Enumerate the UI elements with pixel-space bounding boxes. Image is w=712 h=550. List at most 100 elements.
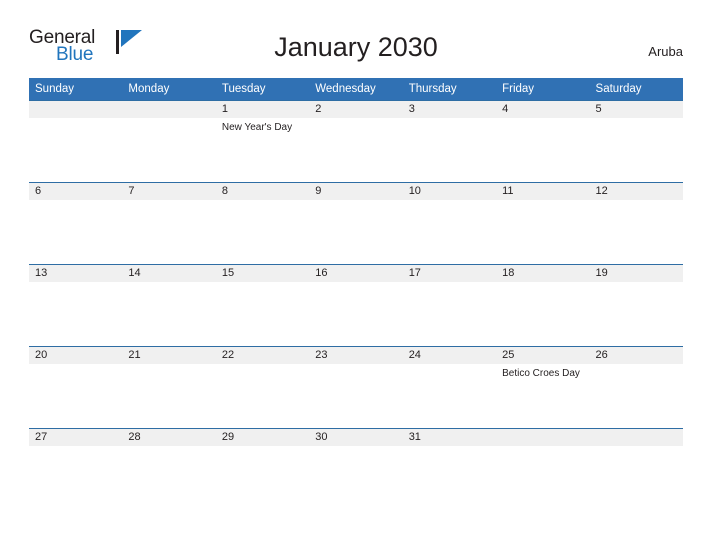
calendar-day-cell[interactable]: 20: [29, 346, 123, 429]
day-cell-inner: 26: [589, 347, 683, 428]
calendar-week-row: 6 7 8 9 10 11 12: [29, 182, 683, 265]
weekday-header-tuesday: Tuesday: [215, 78, 310, 101]
calendar-day-cell[interactable]: 6: [29, 182, 123, 265]
day-number: 14: [122, 265, 216, 282]
day-number: 1: [215, 101, 310, 118]
day-cell-inner: 16: [309, 265, 403, 346]
calendar-day-cell[interactable]: 17: [402, 264, 497, 347]
day-cell-inner: 17: [402, 265, 497, 346]
calendar-day-cell[interactable]: 9: [309, 182, 403, 265]
day-cell-inner: 4: [496, 101, 590, 182]
calendar-day-cell[interactable]: 12: [589, 182, 683, 265]
calendar-day-cell[interactable]: 5: [589, 100, 683, 183]
day-number: 26: [589, 347, 683, 364]
day-cell-inner: 29: [215, 429, 310, 510]
day-number: 5: [589, 101, 683, 118]
calendar-grid: Sunday Monday Tuesday Wednesday Thursday…: [29, 78, 683, 510]
calendar-day-cell[interactable]: 21: [122, 346, 216, 429]
day-number: 11: [496, 183, 590, 200]
day-cell-inner: 5: [589, 101, 683, 182]
calendar-day-cell[interactable]: 15: [215, 264, 310, 347]
day-number: 31: [402, 429, 497, 446]
calendar-week-row: 13 14 15 16 17 18 19: [29, 264, 683, 347]
day-number: 30: [309, 429, 403, 446]
calendar-day-cell[interactable]: 29: [215, 428, 310, 510]
weekday-header-thursday: Thursday: [402, 78, 497, 101]
day-number: 22: [215, 347, 310, 364]
calendar-empty-cell: [589, 428, 683, 510]
day-cell-inner: 23: [309, 347, 403, 428]
day-cell-inner: [496, 429, 590, 510]
day-cell-inner: 15: [215, 265, 310, 346]
holiday-label: New Year's Day: [221, 122, 293, 133]
calendar-day-cell[interactable]: 8: [215, 182, 310, 265]
day-number: 20: [29, 347, 123, 364]
weekday-header-monday: Monday: [122, 78, 216, 101]
calendar-body: 1 New Year's Day 2 3 4 5 6 7 8 9 10 11 12 13 14 15 16 17 1…: [29, 100, 683, 510]
day-cell-inner: 25 Betico Croes Day: [496, 347, 590, 428]
calendar-day-cell[interactable]: 31: [402, 428, 497, 510]
day-number: 18: [496, 265, 590, 282]
day-cell-inner: 8: [215, 183, 310, 264]
day-number: 10: [402, 183, 497, 200]
day-number: 7: [122, 183, 216, 200]
day-number: 13: [29, 265, 123, 282]
calendar-day-cell[interactable]: 28: [122, 428, 216, 510]
calendar-day-cell[interactable]: 16: [309, 264, 403, 347]
calendar-day-cell[interactable]: 14: [122, 264, 216, 347]
day-number: 19: [589, 265, 683, 282]
calendar-day-cell[interactable]: 30: [309, 428, 403, 510]
calendar-day-cell[interactable]: 11: [496, 182, 590, 265]
weekday-header-friday: Friday: [496, 78, 590, 101]
calendar-day-cell[interactable]: 25 Betico Croes Day: [496, 346, 590, 429]
calendar-day-cell[interactable]: 18: [496, 264, 590, 347]
day-number: 6: [29, 183, 123, 200]
calendar-week-row: 1 New Year's Day 2 3 4 5: [29, 100, 683, 183]
day-number: [122, 101, 216, 118]
calendar-weekday-header-row: Sunday Monday Tuesday Wednesday Thursday…: [29, 78, 683, 101]
day-cell-inner: 7: [122, 183, 216, 264]
holiday-label: Betico Croes Day: [502, 368, 580, 379]
day-cell-inner: 1 New Year's Day: [215, 101, 310, 182]
calendar-day-cell[interactable]: 19: [589, 264, 683, 347]
day-cell-inner: 31: [402, 429, 497, 510]
calendar-day-cell[interactable]: 24: [402, 346, 497, 429]
day-cell-inner: 11: [496, 183, 590, 264]
day-cell-inner: 3: [402, 101, 497, 182]
day-number: 9: [309, 183, 403, 200]
calendar-day-cell[interactable]: 27: [29, 428, 123, 510]
calendar-day-cell[interactable]: 7: [122, 182, 216, 265]
day-number: 8: [215, 183, 310, 200]
calendar-day-cell[interactable]: 13: [29, 264, 123, 347]
day-cell-inner: 30: [309, 429, 403, 510]
weekday-header-saturday: Saturday: [589, 78, 683, 101]
calendar-day-cell[interactable]: 2: [309, 100, 403, 183]
day-cell-inner: 13: [29, 265, 123, 346]
day-cell-inner: 19: [589, 265, 683, 346]
day-number: [496, 429, 590, 446]
day-number: 27: [29, 429, 123, 446]
calendar-empty-cell: [496, 428, 590, 510]
country-label: Aruba: [648, 44, 683, 59]
calendar-day-cell[interactable]: 3: [402, 100, 497, 183]
calendar-empty-cell: [122, 100, 216, 183]
calendar-week-row: 20 21 22 23 24 25 Betico Croes Day 26: [29, 346, 683, 429]
calendar-day-cell[interactable]: 26: [589, 346, 683, 429]
day-number: 23: [309, 347, 403, 364]
day-cell-inner: 21: [122, 347, 216, 428]
calendar-day-cell[interactable]: 4: [496, 100, 590, 183]
day-number: 24: [402, 347, 497, 364]
day-number: [29, 101, 123, 118]
day-cell-inner: 27: [29, 429, 123, 510]
day-cell-inner: 24: [402, 347, 497, 428]
calendar-day-cell[interactable]: 10: [402, 182, 497, 265]
calendar-day-cell[interactable]: 1 New Year's Day: [215, 100, 310, 183]
day-number: 12: [589, 183, 683, 200]
day-cell-inner: 6: [29, 183, 123, 264]
day-number: 16: [309, 265, 403, 282]
day-number: [589, 429, 683, 446]
day-number: 4: [496, 101, 590, 118]
calendar-day-cell[interactable]: 23: [309, 346, 403, 429]
calendar-day-cell[interactable]: 22: [215, 346, 310, 429]
day-cell-inner: [29, 101, 123, 182]
